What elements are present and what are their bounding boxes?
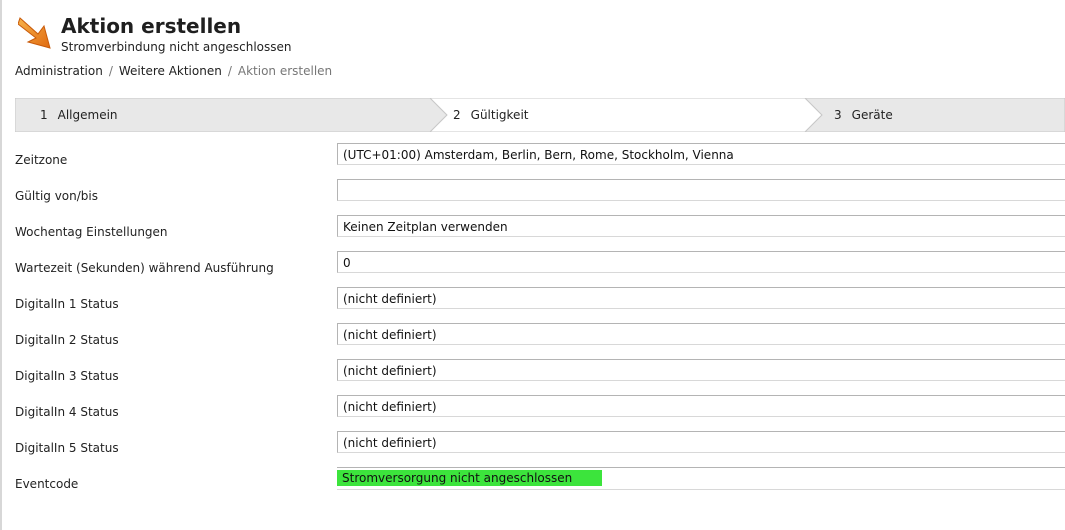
wartezeit-label: Wartezeit (Sekunden) während Ausführung [15, 261, 274, 275]
breadcrumb-separator: / [108, 64, 113, 78]
page-title: Aktion erstellen [61, 14, 242, 38]
digitalin-5-label: DigitalIn 5 Status [15, 441, 119, 455]
gueltig-label: Gültig von/bis [15, 189, 99, 203]
eventcode-field-underline [337, 489, 1065, 490]
form-row-digitalin-3: DigitalIn 3 Status (nicht definiert) [0, 356, 1065, 392]
digitalin-5-select[interactable]: (nicht definiert) [337, 431, 1065, 453]
wizard-step-allgemein[interactable]: 1 Allgemein [40, 98, 118, 132]
digitalin-2-select[interactable]: (nicht definiert) [337, 323, 1065, 345]
wochentag-select[interactable]: Keinen Zeitplan verwenden [337, 215, 1065, 237]
wizard-step-label: Allgemein [57, 108, 118, 122]
form-row-wochentag: Wochentag Einstellungen Keinen Zeitplan … [0, 212, 1065, 248]
digitalin-3-select[interactable]: (nicht definiert) [337, 359, 1065, 381]
form-row-digitalin-1: DigitalIn 1 Status (nicht definiert) [0, 284, 1065, 320]
eventcode-select[interactable]: Stromversorgung nicht angeschlossen [337, 470, 602, 486]
eventcode-label: Eventcode [15, 477, 79, 491]
breadcrumb-item-current: Aktion erstellen [237, 64, 333, 78]
wizard-step-label: Gültigkeit [470, 108, 529, 122]
breadcrumb-item-administration[interactable]: Administration [15, 64, 103, 78]
wizard-step-label: Geräte [851, 108, 893, 122]
zeitzone-select[interactable]: (UTC+01:00) Amsterdam, Berlin, Bern, Rom… [337, 143, 1065, 165]
digitalin-4-label: DigitalIn 4 Status [15, 405, 119, 419]
form-row-zeitzone: Zeitzone (UTC+01:00) Amsterdam, Berlin, … [0, 140, 1065, 176]
wizard-background [15, 98, 1065, 132]
wizard-step-number: 2 [453, 108, 461, 122]
page-subtitle: Stromverbindung nicht angeschlossen [61, 40, 292, 54]
zeitzone-label: Zeitzone [15, 153, 68, 167]
form-row-digitalin-5: DigitalIn 5 Status (nicht definiert) [0, 428, 1065, 464]
wartezeit-input[interactable]: 0 [337, 251, 1065, 273]
wizard-step-gueltigkeit[interactable]: 2 Gültigkeit [453, 98, 528, 132]
digitalin-4-select[interactable]: (nicht definiert) [337, 395, 1065, 417]
wizard-step-number: 3 [834, 108, 842, 122]
orange-arrow-icon [18, 17, 51, 49]
breadcrumb: Administration / Weitere Aktionen / Aktion e… [15, 64, 332, 78]
wizard-step-number: 1 [40, 108, 48, 122]
wizard-steps: 1 Allgemein 2 Gültigkeit 3 Geräte [15, 98, 1065, 132]
form-row-digitalin-2: DigitalIn 2 Status (nicht definiert) [0, 320, 1065, 356]
form-row-eventcode: Eventcode Stromversorgung nicht angeschl… [0, 464, 1065, 500]
wizard-step-geraete[interactable]: 3 Geräte [834, 98, 893, 132]
form-row-digitalin-4: DigitalIn 4 Status (nicht definiert) [0, 392, 1065, 428]
breadcrumb-item-weitere-aktionen[interactable]: Weitere Aktionen [119, 64, 222, 78]
eventcode-field-border [337, 467, 1065, 468]
digitalin-1-label: DigitalIn 1 Status [15, 297, 119, 311]
wochentag-label: Wochentag Einstellungen [15, 225, 168, 239]
gueltig-input[interactable] [337, 179, 1065, 201]
digitalin-2-label: DigitalIn 2 Status [15, 333, 119, 347]
form-row-wartezeit: Wartezeit (Sekunden) während Ausführung … [0, 248, 1065, 284]
digitalin-3-label: DigitalIn 3 Status [15, 369, 119, 383]
breadcrumb-separator: / [227, 64, 232, 78]
digitalin-1-select[interactable]: (nicht definiert) [337, 287, 1065, 309]
form-row-gueltig: Gültig von/bis [0, 176, 1065, 212]
